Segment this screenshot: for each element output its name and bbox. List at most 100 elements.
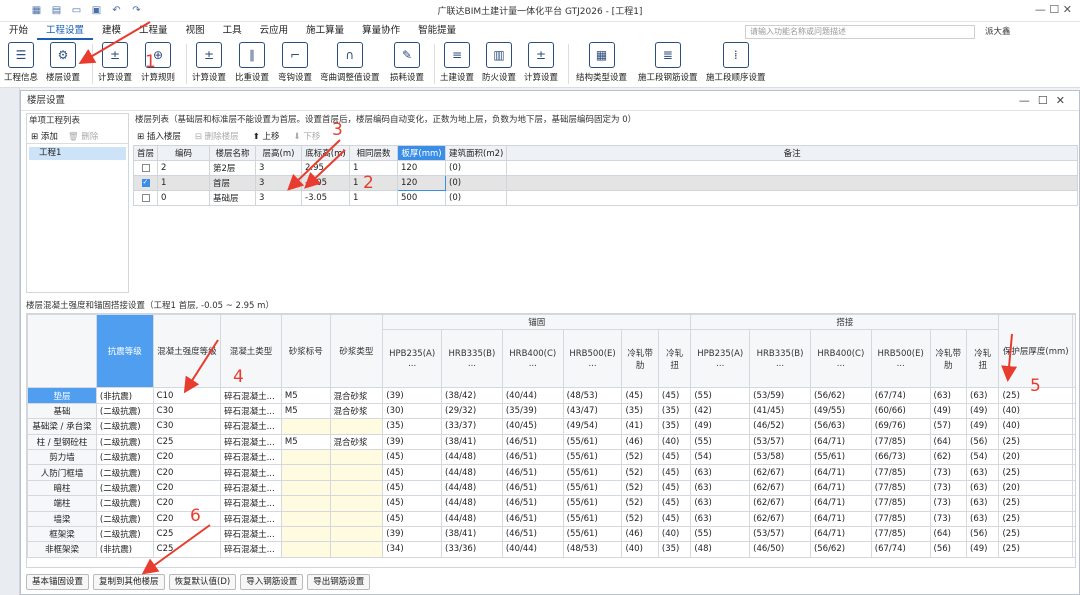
grade-cell[interactable]: C25 bbox=[152, 541, 222, 558]
lap-cell[interactable]: (63) bbox=[966, 464, 1000, 481]
concrete-row[interactable]: 暗柱 (二级抗震) C20 碎石混凝土... (45) (44/48) (46/51) (55… bbox=[27, 479, 1075, 497]
anchor-cell[interactable]: (46/51) bbox=[501, 495, 564, 512]
anchor-cell[interactable]: (39) bbox=[382, 525, 443, 543]
mortar-type-cell[interactable] bbox=[329, 510, 384, 527]
note-cell[interactable]: 包 bbox=[1072, 402, 1075, 420]
concrete-row[interactable]: 基础 (二级抗震) C30 碎石混凝土... M5 混合砂浆 (30) (29/32) (35/… bbox=[27, 402, 1075, 420]
floor-slab[interactable]: 500 bbox=[397, 190, 447, 206]
row-name[interactable]: 垫层 bbox=[27, 387, 97, 404]
anchor-cell[interactable]: (44/48) bbox=[441, 495, 503, 512]
type-cell[interactable]: 碎石混凝土... bbox=[220, 387, 282, 404]
type-cell[interactable]: 碎石混凝土... bbox=[220, 479, 282, 497]
row-name[interactable]: 基础 bbox=[27, 402, 97, 420]
lap-cell[interactable]: (54) bbox=[966, 448, 1000, 466]
lap-cell[interactable]: (77/85) bbox=[870, 495, 931, 512]
row-name[interactable]: 暗柱 bbox=[27, 479, 97, 497]
lap-cell[interactable]: (56) bbox=[966, 525, 1000, 543]
project-item[interactable]: 工程1 bbox=[29, 147, 126, 160]
anchor-cell[interactable]: (45) bbox=[657, 464, 692, 481]
seismic-cell[interactable]: (二级抗震) bbox=[95, 510, 154, 527]
mortar-cell[interactable] bbox=[280, 464, 331, 481]
lap-cell[interactable]: (62) bbox=[929, 448, 968, 466]
anchor-cell[interactable]: (52) bbox=[621, 495, 659, 512]
anchor-cell[interactable]: (35) bbox=[657, 418, 692, 435]
open-file-icon[interactable]: ▭ bbox=[70, 5, 83, 16]
floor-row-selected[interactable]: 1 首层 3 -0.05 1 120 (0) bbox=[132, 175, 1078, 191]
floor-area[interactable]: (0) bbox=[445, 190, 508, 206]
delete-floor-button[interactable]: ⊟ 删除楼层 bbox=[195, 130, 239, 142]
anchor-cell[interactable]: (38/41) bbox=[441, 433, 503, 450]
row-name[interactable]: 人防门框墙 bbox=[27, 464, 97, 481]
concrete-row[interactable]: 墙梁 (二级抗震) C20 碎石混凝土... (45) (44/48) (46/51) (55… bbox=[27, 510, 1075, 527]
type-cell[interactable]: 碎石混凝土... bbox=[220, 525, 282, 543]
menu-smart[interactable]: 智能提量 bbox=[409, 22, 465, 40]
first-floor-checkbox[interactable] bbox=[141, 178, 150, 187]
export-rebar-button[interactable]: 导出钢筋设置 bbox=[307, 574, 371, 590]
anchor-cell[interactable]: (52) bbox=[621, 479, 659, 497]
lap-cell[interactable]: (62/67) bbox=[749, 479, 811, 497]
note-cell[interactable]: 包 bbox=[1072, 418, 1075, 435]
anchor-cell[interactable]: (43/47) bbox=[562, 402, 623, 420]
note-cell[interactable]: 包 bbox=[1072, 479, 1075, 497]
lap-cell[interactable]: (42) bbox=[690, 402, 751, 420]
mortar-cell[interactable]: M5 bbox=[280, 402, 331, 420]
lap-cell[interactable]: (54) bbox=[690, 448, 751, 466]
concrete-row[interactable]: 非框架梁 (非抗震) C25 碎石混凝土... (34) (33/36) (40/44) (4… bbox=[27, 541, 1075, 558]
lap-cell[interactable]: (62/67) bbox=[749, 495, 811, 512]
note-cell[interactable]: 端 bbox=[1072, 495, 1075, 512]
concrete-row[interactable]: 柱 / 型钢砼柱 (二级抗震) C25 碎石混凝土... M5 混合砂浆 (39) (38/4… bbox=[27, 433, 1075, 450]
lap-cell[interactable]: (62/67) bbox=[749, 510, 811, 527]
lap-cell[interactable]: (64) bbox=[929, 525, 968, 543]
floor-settings-button[interactable]: ⚙ 楼层设置 bbox=[46, 42, 80, 83]
anchor-cell[interactable]: (55/61) bbox=[562, 433, 623, 450]
lap-cell[interactable]: (63) bbox=[690, 479, 751, 497]
lap-cell[interactable]: (63) bbox=[690, 510, 751, 527]
mortar-type-cell[interactable] bbox=[329, 448, 384, 466]
import-rebar-button[interactable]: 导入钢筋设置 bbox=[240, 574, 304, 590]
anchor-cell[interactable]: (48/53) bbox=[562, 387, 623, 404]
mortar-type-cell[interactable]: 混合砂浆 bbox=[329, 402, 384, 420]
anchor-cell[interactable]: (46/51) bbox=[501, 510, 564, 527]
mortar-cell[interactable]: M5 bbox=[280, 433, 331, 450]
anchor-cell[interactable]: (33/37) bbox=[441, 418, 503, 435]
lap-cell[interactable]: (49/55) bbox=[809, 402, 872, 420]
anchor-cell[interactable]: (29/32) bbox=[441, 402, 503, 420]
type-cell[interactable]: 碎石混凝土... bbox=[220, 433, 282, 450]
anchor-cell[interactable]: (45) bbox=[621, 387, 659, 404]
row-name[interactable]: 框架梁 bbox=[27, 525, 97, 543]
lap-cell[interactable]: (69/76) bbox=[870, 418, 931, 435]
concrete-row[interactable]: 端柱 (二级抗震) C20 碎石混凝土... (45) (44/48) (46/51) (55… bbox=[27, 495, 1075, 512]
concrete-row[interactable]: 框架梁 (二级抗震) C25 碎石混凝土... (39) (38/41) (46/51) (5… bbox=[27, 525, 1075, 543]
anchor-cell[interactable]: (45) bbox=[657, 479, 692, 497]
lap-cell[interactable]: (73) bbox=[929, 510, 968, 527]
mortar-cell[interactable] bbox=[280, 525, 331, 543]
concrete-row[interactable]: 基础梁 / 承台梁 (二级抗震) C30 碎石混凝土... (35) (33/37) (40… bbox=[27, 418, 1075, 435]
note-cell[interactable]: 包 bbox=[1072, 541, 1075, 558]
floor-row[interactable]: 2 第2层 3 2.95 1 120 (0) bbox=[132, 160, 1078, 176]
type-cell[interactable]: 碎石混凝土... bbox=[220, 510, 282, 527]
anchor-cell[interactable]: (55/61) bbox=[562, 464, 623, 481]
grade-cell[interactable]: C30 bbox=[152, 418, 222, 435]
floor-height[interactable]: 3 bbox=[255, 160, 303, 176]
note-cell[interactable]: 包 bbox=[1072, 510, 1075, 527]
lap-cell[interactable]: (73) bbox=[929, 495, 968, 512]
lap-cell[interactable]: (57) bbox=[929, 418, 968, 435]
anchor-cell[interactable]: (35/39) bbox=[501, 402, 564, 420]
undo-icon[interactable]: ↶ bbox=[110, 5, 123, 16]
lap-cell[interactable]: (49) bbox=[966, 541, 1000, 558]
note-cell[interactable]: 垫 bbox=[1072, 387, 1075, 404]
anchor-cell[interactable]: (40/44) bbox=[501, 387, 564, 404]
lap-cell[interactable]: (77/85) bbox=[870, 525, 931, 543]
lap-cell[interactable]: (77/85) bbox=[870, 510, 931, 527]
mortar-type-cell[interactable] bbox=[329, 464, 384, 481]
floor-name[interactable]: 首层 bbox=[209, 175, 257, 191]
mortar-cell[interactable]: M5 bbox=[280, 387, 331, 404]
type-cell[interactable]: 碎石混凝土... bbox=[220, 418, 282, 435]
lap-cell[interactable]: (56) bbox=[929, 541, 968, 558]
floor-height[interactable]: 3 bbox=[255, 190, 303, 206]
menu-start[interactable]: 开始 bbox=[0, 22, 37, 40]
hook-settings-button[interactable]: ⌐ 弯钩设置 bbox=[278, 42, 312, 83]
lap-cell[interactable]: (49) bbox=[929, 402, 968, 420]
anchor-cell[interactable]: (34) bbox=[382, 541, 443, 558]
move-down-button[interactable]: ⬇ 下移 bbox=[294, 130, 321, 142]
